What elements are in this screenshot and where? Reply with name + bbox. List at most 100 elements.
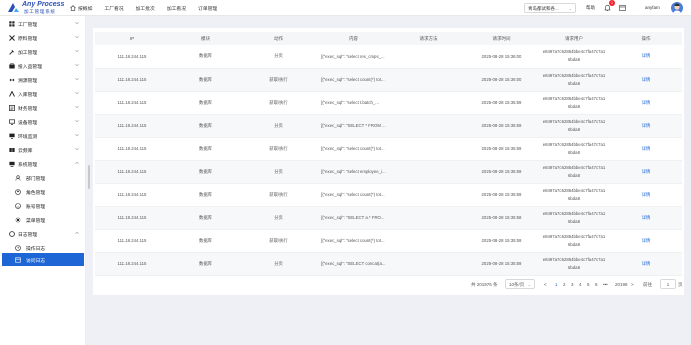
sidebar-item-label: 操作日志: [26, 247, 46, 252]
company-select[interactable]: 青岛都试和各... ⌄: [524, 3, 576, 13]
help-label[interactable]: 帮助: [586, 5, 595, 11]
sidebar-item-device[interactable]: 设备管理: [0, 117, 86, 127]
table-row: 111.18.244.115 数据库 分页 [{"exec_sql": "select…: [95, 160, 682, 184]
column-header-action[interactable]: 动作: [242, 32, 315, 45]
page-size-select[interactable]: 10条/页 ⌄: [505, 279, 535, 289]
clock-icon: [15, 245, 21, 251]
sidebar-item-environment[interactable]: 环境监测: [0, 131, 86, 141]
sidebar-item-label: 入库管理: [18, 93, 38, 98]
cell-operation[interactable]: 详情: [610, 45, 682, 69]
sidebar-item-material[interactable]: 原料管理: [0, 33, 86, 43]
cell-time: 2025-08-28 15:35:59: [465, 91, 538, 115]
table-row: 111.18.244.115 数据库 获取/执行 [{"exec_sql": "sel…: [95, 229, 682, 253]
column-header-content[interactable]: 内容: [315, 32, 392, 45]
chevron-down-icon: [75, 106, 79, 109]
column-header-method[interactable]: 请求方法: [392, 32, 465, 45]
cell-operation[interactable]: 详情: [610, 160, 682, 184]
cell-operation[interactable]: 详情: [610, 183, 682, 207]
chevron-up-icon: [75, 161, 79, 164]
chevron-down-icon: [75, 120, 79, 123]
sidebar-item-account[interactable]: 账号管理: [0, 201, 86, 211]
department-icon: [15, 175, 21, 181]
chevron-up-icon: [75, 231, 79, 234]
column-header-time[interactable]: 请求时间: [465, 32, 538, 45]
page-6[interactable]: 6: [595, 282, 598, 287]
sidebar-item-inbound[interactable]: 入库管理: [0, 89, 86, 99]
sidebar-item-factory[interactable]: 工厂管理: [0, 19, 86, 29]
column-header-operation[interactable]: 操作: [610, 32, 682, 45]
message-icon[interactable]: [619, 4, 626, 12]
table-body: 111.18.244.115 数据库 分页 [{"exec_sql": "select…: [95, 45, 682, 276]
factory-icon: [9, 21, 15, 27]
sidebar-item-label: 环境监测: [18, 135, 38, 140]
chevron-down-icon: ⌄: [568, 6, 572, 11]
prev-page-button[interactable]: <: [544, 282, 547, 287]
cell-time: 2025-08-28 15:35:59: [465, 229, 538, 253]
cell-method: [392, 160, 465, 184]
nav-orders[interactable]: 订单管理: [198, 5, 217, 12]
column-header-user[interactable]: 请求用户: [538, 32, 610, 45]
app-logo[interactable]: Any Process 加工管理系统: [7, 1, 69, 15]
cell-operation[interactable]: 详情: [610, 114, 682, 138]
cell-time: 2025-08-28 15:35:58: [465, 206, 538, 230]
role-icon: [15, 189, 21, 195]
top-header: Any Process 加工管理系统 按概如 工厂看况 加工批次 加工看况 订单…: [0, 0, 691, 16]
page-1[interactable]: 1: [555, 282, 558, 287]
table-row: 111.18.244.115 数据库 分页 [{"exec_sql": "SELECT…: [95, 252, 682, 276]
cell-action: 分页: [242, 252, 315, 276]
cell-time: 2025-08-28 15:35:59: [465, 114, 538, 138]
sidebar-item-system[interactable]: 系统管理: [0, 159, 86, 169]
cell-operation[interactable]: 详情: [610, 206, 682, 230]
cell-method: [392, 137, 465, 161]
cell-operation[interactable]: 详情: [610, 229, 682, 253]
account-icon: [15, 203, 21, 209]
sidebar-item-label: 财务管理: [18, 107, 38, 112]
more-pages-button[interactable]: •••: [603, 282, 608, 287]
sidebar-item-menu[interactable]: 菜单管理: [0, 215, 86, 225]
page-2[interactable]: 2: [563, 282, 566, 287]
last-page[interactable]: 20198: [615, 282, 628, 287]
sidebar-item-access-log[interactable]: 访问日志: [2, 253, 84, 266]
cell-operation[interactable]: 详情: [610, 68, 682, 92]
sidebar-item-department[interactable]: 部门管理: [0, 173, 86, 183]
goto-page-input[interactable]: 1: [660, 279, 676, 289]
page-size-value: 10条/页: [509, 282, 525, 287]
cell-action: 分页: [242, 45, 315, 69]
cell-method: [392, 45, 465, 69]
cell-operation[interactable]: 详情: [610, 91, 682, 115]
device-icon: [9, 119, 15, 125]
cell-operation[interactable]: 详情: [610, 252, 682, 276]
avatar[interactable]: [671, 2, 683, 14]
chevron-down-icon: [75, 78, 79, 81]
sidebar-item-label: 菜单管理: [26, 219, 46, 224]
nav-factory[interactable]: 工厂看况: [104, 5, 123, 12]
sidebar-item-cloud[interactable]: 云频库: [0, 145, 86, 155]
sidebar-item-inputs[interactable]: 投入品管理: [0, 61, 86, 71]
nav-batch[interactable]: 加工批次: [136, 5, 155, 12]
sidebar-item-label: 账号管理: [26, 205, 46, 210]
table-row: 111.18.244.115 数据库 获取/执行 [{"exec_sql": "sel…: [95, 183, 682, 207]
sidebar-item-finance[interactable]: 财务管理: [0, 103, 86, 113]
sidebar-item-logs[interactable]: 日志管理: [0, 229, 86, 239]
sidebar-item-operation-log[interactable]: 操作日志: [0, 243, 86, 253]
log-icon: [9, 231, 15, 237]
page-3[interactable]: 3: [571, 282, 574, 287]
next-page-button[interactable]: >: [631, 282, 634, 287]
column-header-module[interactable]: 模块: [169, 32, 242, 45]
sidebar-scrollbar[interactable]: [88, 165, 90, 189]
finance-icon: [9, 105, 15, 111]
cell-user: e8497a7c62854bbe4c7fa47c7a1 6bda8: [538, 229, 610, 253]
page-5[interactable]: 5: [587, 282, 590, 287]
cell-operation[interactable]: 详情: [610, 137, 682, 161]
column-header-ip[interactable]: IP: [95, 32, 169, 45]
nav-overview[interactable]: 按概如: [70, 5, 92, 12]
sidebar-item-trace[interactable]: 溯源管理: [0, 75, 86, 85]
notification-badge: 1: [609, 0, 615, 6]
page-4[interactable]: 4: [579, 282, 582, 287]
sidebar-item-processing[interactable]: 加工管理: [0, 47, 86, 57]
nav-process[interactable]: 加工看况: [167, 5, 186, 12]
goto-suffix: 页: [678, 282, 683, 287]
username[interactable]: anyfam: [645, 5, 660, 10]
chevron-down-icon: [75, 36, 79, 39]
sidebar-item-role[interactable]: 角色管理: [0, 187, 86, 197]
